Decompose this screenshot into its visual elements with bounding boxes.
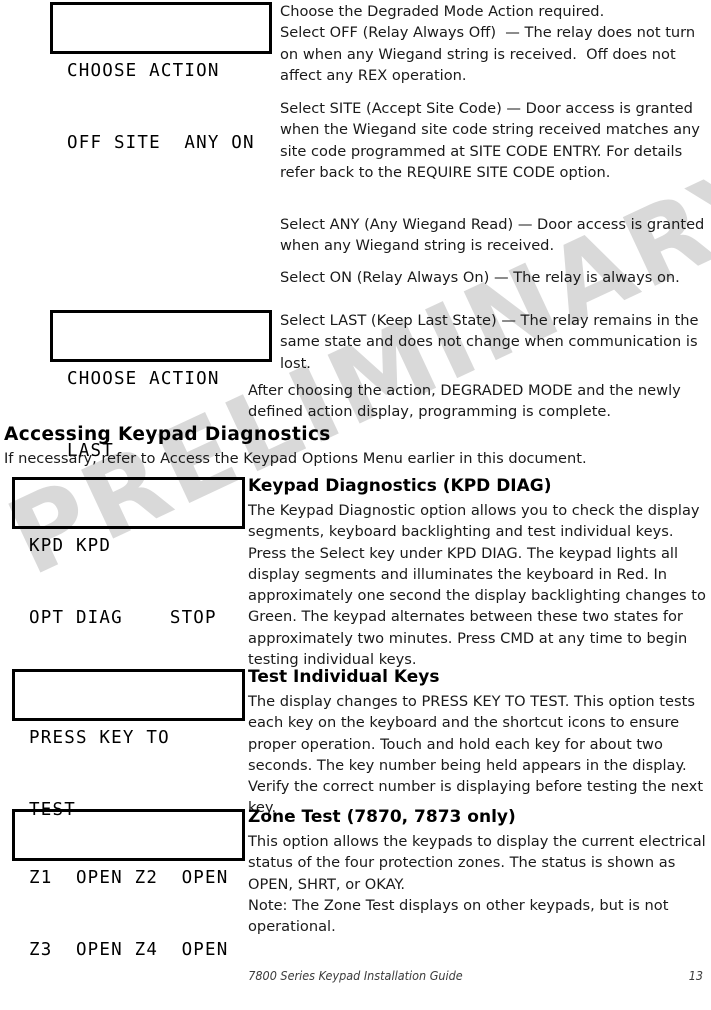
paragraph-on: Select ON (Relay Always On) — The relay … [280,269,680,286]
heading-test-individual-keys: Test Individual Keys [248,667,440,687]
footer-page-number: 13 [688,968,703,983]
lcd-line-1: Z1 OPEN Z2 OPEN [29,868,229,888]
paragraph-zone-note: Note: The Zone Test displays on other ke… [248,897,669,936]
heading-zone-test: Zone Test (7870, 7873 only) [248,807,516,827]
paragraph-zone-test: This option allows the keypads to displa… [248,833,706,893]
heading-keypad-diagnostics: Keypad Diagnostics (KPD DIAG) [248,476,552,496]
lcd-line-1: KPD KPD [29,536,112,556]
lcd-kpd-diag: KPD KPD OPT DIAG STOP [12,477,245,628]
lcd-choose-action-last: CHOOSE ACTION LAST [50,310,272,461]
lcd-line-1: PRESS KEY TO [29,728,170,748]
page-content: CHOOSE ACTION OFF SITE ANY ON Choose the… [0,0,711,995]
lcd-zone-test: Z1 OPEN Z2 OPEN Z3 OPEN Z4 OPEN [12,809,245,960]
paragraph-last: Select LAST (Keep Last State) — The rela… [280,312,699,372]
lcd-line-2: OPT DIAG STOP [29,608,217,628]
paragraph-accessing: If necessary, refer to Access the Keypad… [4,450,587,467]
lcd-line-2: Z3 OPEN Z4 OPEN [29,940,229,960]
paragraph-test-individual-keys: The display changes to PRESS KEY TO TEST… [248,693,704,817]
footer-title: 7800 Series Keypad Installation Guide [248,968,463,983]
lcd-line-1: CHOOSE ACTION [67,61,220,81]
lcd-line-1: CHOOSE ACTION [67,369,220,389]
paragraph-keypad-diagnostics: The Keypad Diagnostic option allows you … [248,502,706,669]
lcd-choose-action-options: CHOOSE ACTION OFF SITE ANY ON [50,2,272,153]
lcd-press-key-to-test: PRESS KEY TO TEST [12,669,245,820]
paragraph-site: Select SITE (Accept Site Code) — Door ac… [280,100,700,181]
paragraph-any: Select ANY (Any Wiegand Read) — Door acc… [280,216,705,255]
paragraph-choose-off: Choose the Degraded Mode Action required… [280,3,696,84]
paragraph-after-choosing: After choosing the action, DEGRADED MODE… [248,382,681,421]
lcd-line-2: OFF SITE ANY ON [67,133,255,153]
heading-accessing-keypad-diagnostics: Accessing Keypad Diagnostics [4,424,331,445]
page-footer: 7800 Series Keypad Installation Guide 13 [0,968,711,992]
